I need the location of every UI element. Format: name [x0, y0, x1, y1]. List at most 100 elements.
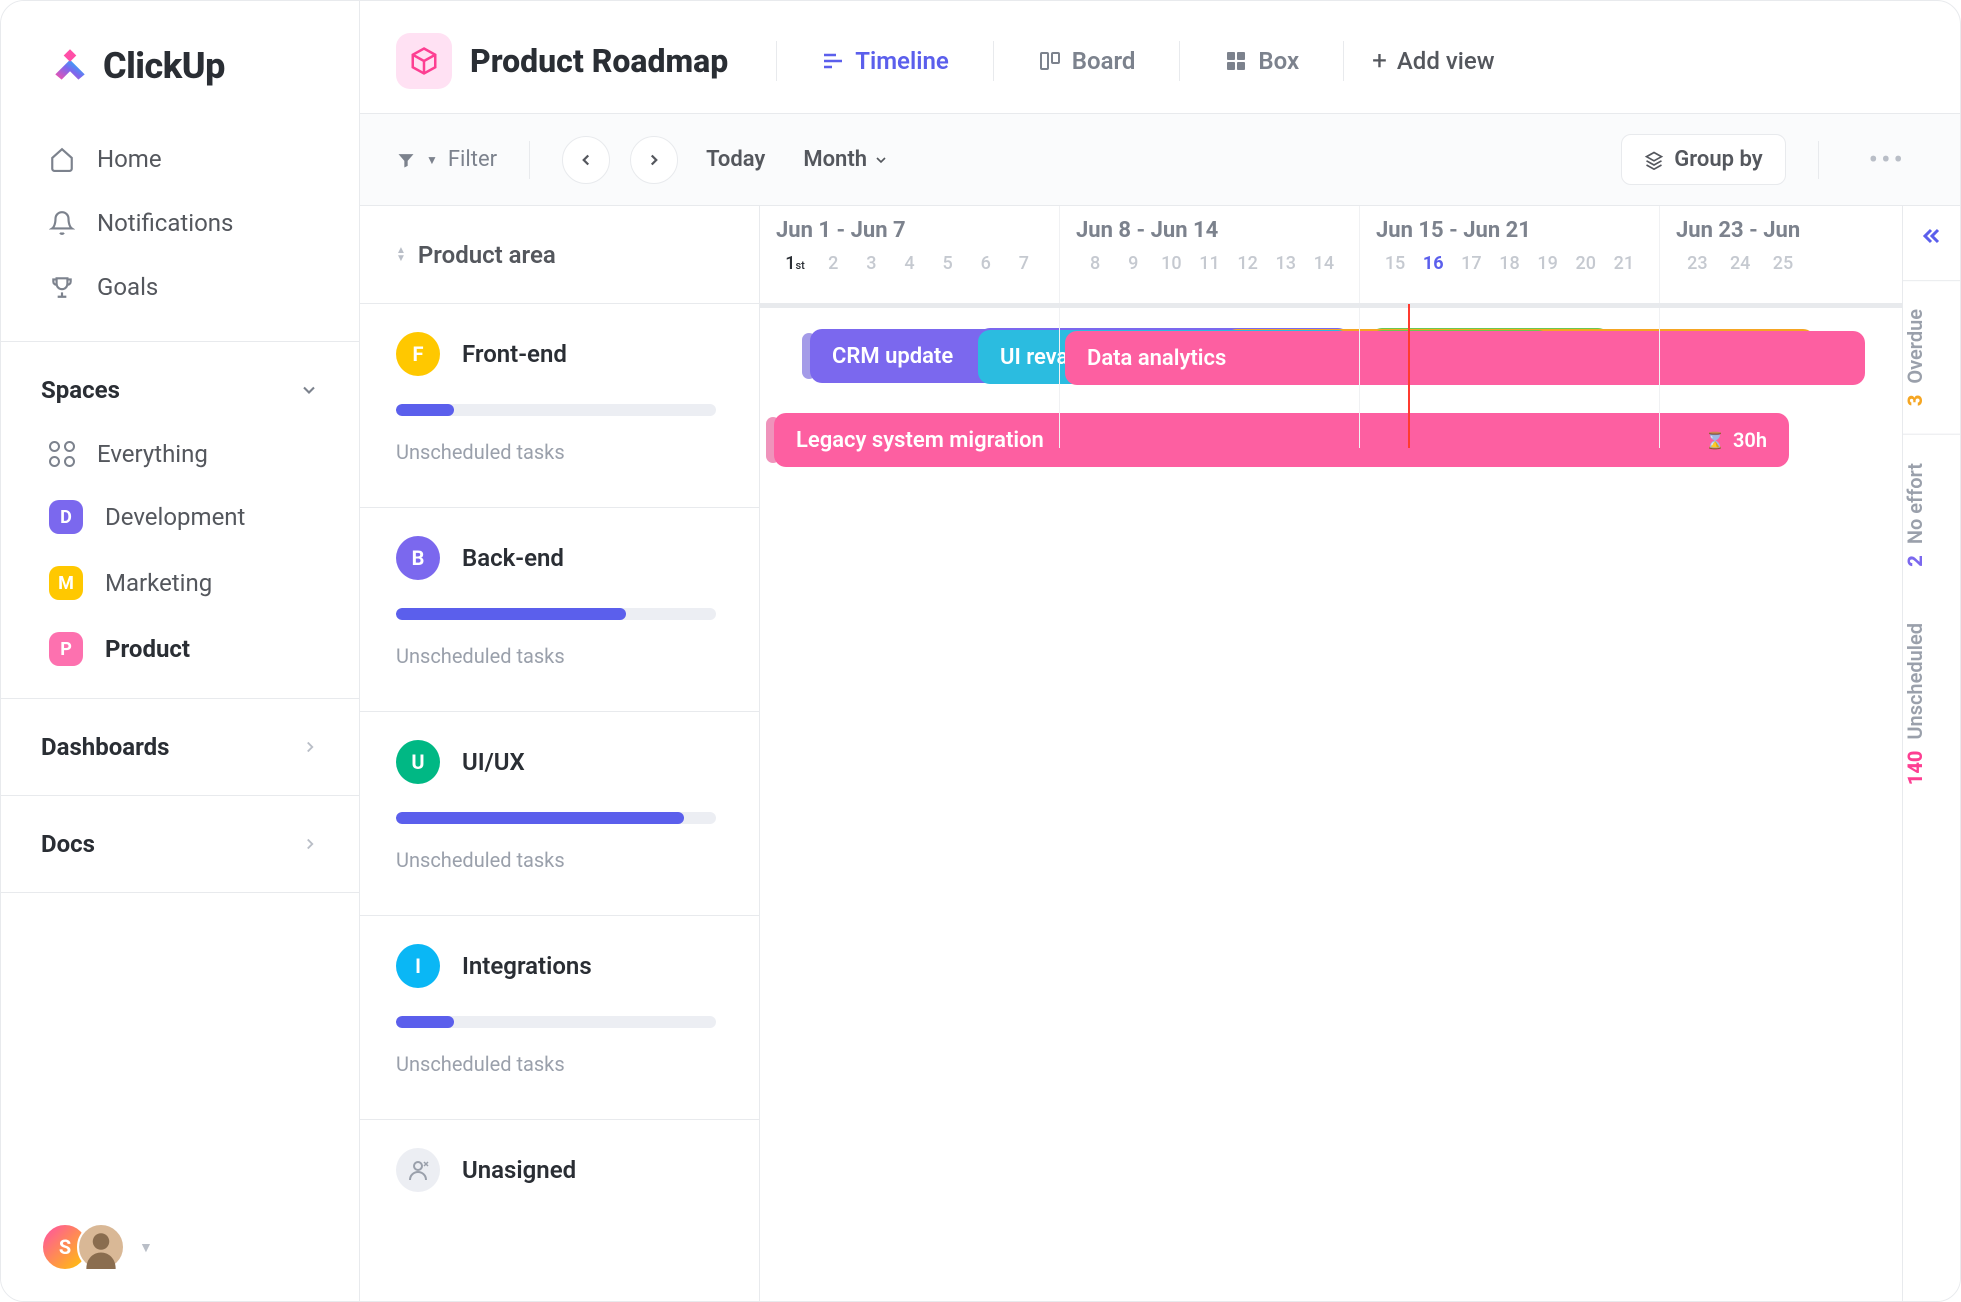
- divider: [993, 41, 994, 81]
- rail-unscheduled[interactable]: 140 Unscheduled: [1903, 595, 1960, 813]
- chevron-down-icon: [299, 380, 319, 400]
- trophy-icon: [49, 274, 75, 300]
- chevron-right-icon: [645, 151, 663, 169]
- spaces-header-label: Spaces: [41, 376, 120, 404]
- lane-title: Integrations: [462, 952, 592, 980]
- lane-uiux[interactable]: U UI/UX Unscheduled tasks: [360, 712, 759, 916]
- docs-label: Docs: [41, 830, 95, 858]
- day-cell: 10: [1152, 253, 1190, 274]
- divider: [529, 141, 530, 179]
- day-cell: 4: [890, 253, 928, 274]
- lane-badge: B: [396, 536, 440, 580]
- day-cell: 7: [1005, 253, 1043, 274]
- day-cell: 20: [1567, 253, 1605, 274]
- logo[interactable]: ClickUp: [1, 1, 359, 117]
- lane-unassigned[interactable]: Unasigned: [360, 1120, 759, 1260]
- chevron-down-icon[interactable]: ▼: [139, 1239, 153, 1256]
- project-icon[interactable]: [396, 33, 452, 89]
- nav-notifications[interactable]: Notifications: [25, 191, 335, 255]
- next-button[interactable]: [630, 136, 678, 184]
- space-marketing[interactable]: M Marketing: [25, 550, 335, 616]
- rail-count: 140: [1903, 750, 1927, 785]
- day-cell: 9: [1114, 253, 1152, 274]
- progress-bar: [396, 404, 716, 416]
- add-view-button[interactable]: + Add view: [1372, 46, 1494, 76]
- board-icon: [1038, 49, 1062, 73]
- view-tab-board[interactable]: Board: [1022, 37, 1152, 85]
- rail-overdue[interactable]: 3 Overdue: [1903, 280, 1960, 434]
- space-product[interactable]: P Product: [25, 616, 335, 682]
- avatar: [77, 1223, 125, 1271]
- divider: [1343, 41, 1344, 81]
- avatar-stack[interactable]: S: [41, 1223, 125, 1271]
- range-selector[interactable]: Month: [803, 147, 889, 172]
- lane-title: Front-end: [462, 340, 567, 368]
- rail-label: Unscheduled: [1903, 623, 1927, 740]
- day-cell: 15: [1376, 253, 1414, 274]
- view-tab-label: Box: [1258, 47, 1299, 75]
- sort-icon: ▲▼: [396, 247, 406, 263]
- week-col: Jun 8 - Jun 14 8 9 10 11 12 13 14: [1060, 206, 1360, 303]
- rail-noeffort[interactable]: 2 No effort: [1903, 434, 1960, 595]
- space-development[interactable]: D Development: [25, 484, 335, 550]
- day-cell-today: 16: [1414, 253, 1452, 274]
- progress-bar: [396, 1016, 716, 1028]
- unscheduled-link[interactable]: Unscheduled tasks: [396, 644, 723, 668]
- timeline-left-column: ▲▼ Product area F Front-end Unscheduled …: [360, 206, 760, 1301]
- day-cell: 21: [1605, 253, 1643, 274]
- column-header[interactable]: ▲▼ Product area: [360, 206, 759, 304]
- unscheduled-link[interactable]: Unscheduled tasks: [396, 1052, 723, 1076]
- main: Product Roadmap Timeline Board Box + Add…: [360, 1, 1960, 1301]
- week-label: Jun 15 - Jun 21: [1376, 218, 1643, 243]
- lane-title: UI/UX: [462, 748, 525, 776]
- space-label: Marketing: [105, 569, 212, 597]
- groupby-button[interactable]: Group by: [1621, 134, 1785, 185]
- bell-icon: [49, 210, 75, 236]
- nav-home[interactable]: Home: [25, 127, 335, 191]
- day-cell: 23: [1676, 253, 1719, 274]
- collapse-rail-button[interactable]: [1920, 224, 1944, 248]
- space-label: Development: [105, 503, 245, 531]
- filter-button[interactable]: ▼ Filter: [396, 147, 497, 172]
- lane-frontend[interactable]: F Front-end Unscheduled tasks: [360, 304, 759, 508]
- day-cell: 6: [967, 253, 1005, 274]
- rail-count: 2: [1903, 555, 1927, 567]
- lane-integrations[interactable]: I Integrations Unscheduled tasks: [360, 916, 759, 1120]
- box-icon: [1224, 49, 1248, 73]
- person-photo-icon: [79, 1223, 123, 1271]
- chevron-left-icon: [577, 151, 595, 169]
- range-label: Month: [803, 147, 867, 172]
- spaces-header[interactable]: Spaces: [1, 354, 359, 420]
- progress-bar: [396, 608, 716, 620]
- view-tab-timeline[interactable]: Timeline: [805, 37, 965, 85]
- more-button[interactable]: •••: [1851, 143, 1924, 176]
- nav-goals[interactable]: Goals: [25, 255, 335, 319]
- nav-notifications-label: Notifications: [97, 209, 233, 237]
- primary-nav: Home Notifications Goals: [1, 117, 359, 329]
- prev-button[interactable]: [562, 136, 610, 184]
- docs-section[interactable]: Docs: [1, 808, 359, 880]
- plus-icon: +: [1372, 46, 1387, 76]
- divider: [1, 341, 359, 342]
- timeline-chart[interactable]: Jun 1 - Jun 7 1st 2 3 4 5 6 7 Jun 8 - Ju…: [760, 206, 1960, 1301]
- double-chevron-left-icon: [1920, 224, 1944, 248]
- cube-icon: [409, 46, 439, 76]
- right-rail: 3 Overdue 2 No effort 140 Unscheduled: [1902, 206, 1960, 1301]
- nav-goals-label: Goals: [97, 273, 158, 301]
- dashboards-section[interactable]: Dashboards: [1, 711, 359, 783]
- space-badge: M: [49, 566, 83, 600]
- filter-icon: [396, 150, 416, 170]
- view-tab-box[interactable]: Box: [1208, 37, 1315, 85]
- unscheduled-link[interactable]: Unscheduled tasks: [396, 848, 723, 872]
- topbar: Product Roadmap Timeline Board Box + Add…: [360, 1, 1960, 114]
- week-label: Jun 8 - Jun 14: [1076, 218, 1343, 243]
- unscheduled-link[interactable]: Unscheduled tasks: [396, 440, 723, 464]
- day-cell: 11: [1190, 253, 1228, 274]
- day-cell: 17: [1452, 253, 1490, 274]
- rail-count: 3: [1903, 395, 1927, 407]
- today-button[interactable]: Today: [706, 147, 765, 172]
- space-everything[interactable]: Everything: [25, 424, 335, 484]
- view-tab-label: Board: [1072, 47, 1136, 75]
- lane-backend[interactable]: B Back-end Unscheduled tasks: [360, 508, 759, 712]
- today-line: [1408, 304, 1410, 448]
